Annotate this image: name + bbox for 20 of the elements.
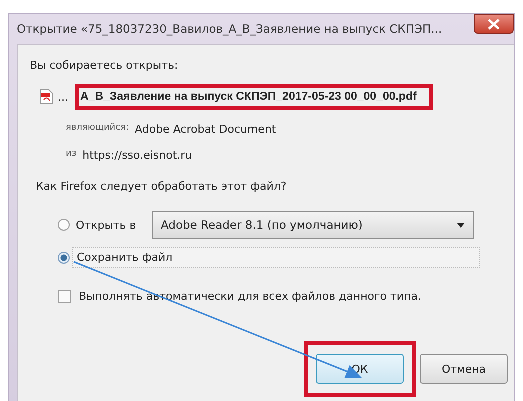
radio-button[interactable] bbox=[58, 252, 70, 264]
radio-label[interactable]: Сохранить файл bbox=[72, 247, 480, 268]
radio-label[interactable]: Открыть в bbox=[76, 218, 146, 232]
detail-value: https://sso.eisnot.ru bbox=[82, 149, 192, 162]
detail-value: Adobe Acrobat Document bbox=[135, 123, 276, 136]
detail-label: являющийся: bbox=[66, 123, 130, 135]
radio-button[interactable] bbox=[58, 219, 70, 231]
detail-label: из bbox=[66, 149, 77, 161]
pdf-file-icon bbox=[40, 89, 54, 105]
close-icon bbox=[488, 18, 500, 30]
question-text: Как Firefox следует обработать этот файл? bbox=[36, 180, 288, 193]
window-title: Открытие «75_18037230_Вавилов_А_В_Заявление на выпуск СКПЭП... bbox=[17, 22, 442, 36]
dialog-button[interactable]: Отмена bbox=[420, 354, 508, 384]
file-name: А_В_Заявление на выпуск СКПЭП_2017-05-23 00_00_00.pdf bbox=[74, 84, 433, 110]
checkbox[interactable] bbox=[58, 290, 71, 303]
ellipsis: ... bbox=[58, 90, 68, 104]
app-dropdown[interactable]: Adobe Reader 8.1 (по умолчанию) bbox=[152, 211, 474, 239]
close-button[interactable] bbox=[474, 14, 514, 34]
intro-text: Вы собираетесь открыть: bbox=[30, 59, 180, 72]
dropdown-caret-icon bbox=[457, 222, 465, 228]
